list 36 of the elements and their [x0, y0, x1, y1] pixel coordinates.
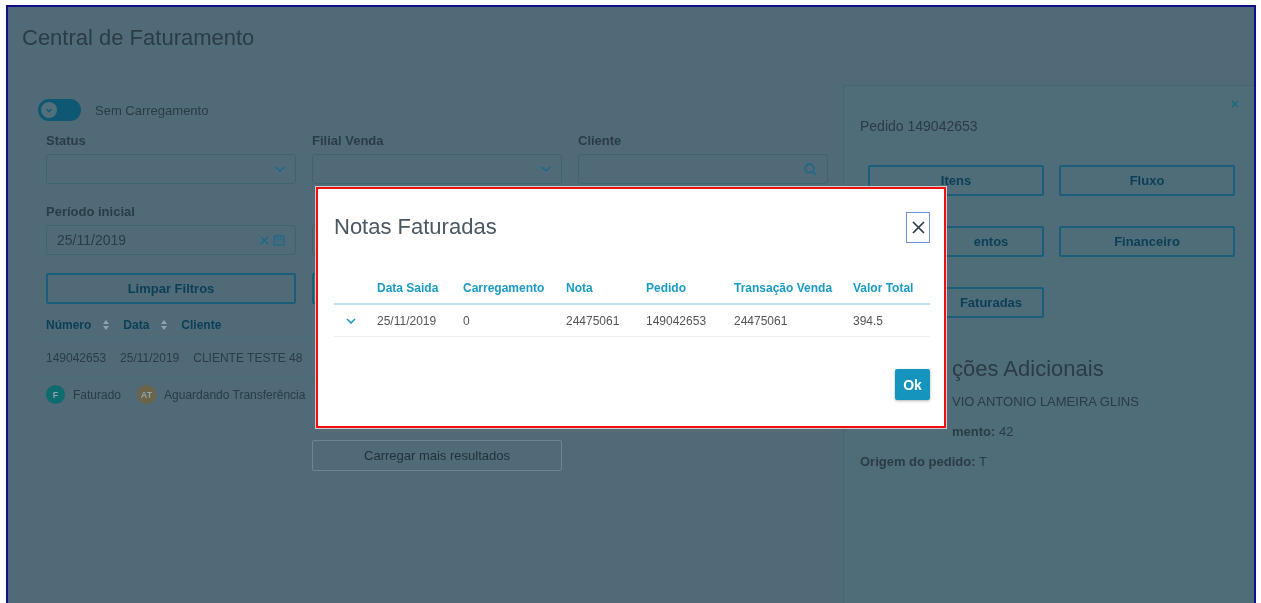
select-field[interactable]: [46, 154, 296, 184]
table-cell-text: 24475061: [734, 313, 789, 328]
column-header[interactable]: Cliente: [181, 318, 222, 332]
column-header[interactable]: Data: [123, 318, 168, 332]
calendar-icon[interactable]: [273, 234, 285, 246]
select-field[interactable]: [312, 154, 562, 184]
chevron-down-icon[interactable]: [346, 317, 356, 324]
status-dot: AT: [137, 385, 157, 404]
table-cell-text: 149042653: [646, 313, 708, 328]
clear-filters-button[interactable]: Limpar Filtros: [46, 273, 296, 304]
chevron-down-icon: [541, 166, 551, 172]
modal-title: Notas Faturadas: [334, 214, 497, 240]
chevron-down-icon: [45, 106, 53, 114]
column-header: Pedido: [646, 281, 687, 295]
toggle-switch[interactable]: [38, 99, 81, 121]
table-cell-text: 0: [463, 313, 471, 328]
sort-icon[interactable]: [161, 320, 168, 330]
column-header: Carregamento: [463, 281, 546, 295]
table-cell-text: 24475061: [566, 313, 621, 328]
close-icon: [911, 220, 925, 234]
table-cell-text: 25/11/2019: [377, 313, 438, 328]
column-header: Transação Venda: [734, 281, 834, 295]
close-icon[interactable]: [1231, 100, 1239, 108]
column-header: Nota: [566, 281, 594, 295]
search-icon: [804, 162, 817, 176]
column-header: Data Saida: [377, 281, 440, 295]
column-header[interactable]: Número: [46, 318, 110, 332]
ok-button[interactable]: Ok: [895, 369, 930, 400]
chevron-down-icon: [275, 166, 285, 172]
search-field[interactable]: [578, 154, 828, 184]
sort-icon[interactable]: [103, 320, 110, 330]
panel-button[interactable]: Financeiro: [1059, 226, 1235, 257]
close-button[interactable]: [906, 211, 930, 243]
clear-icon[interactable]: [260, 235, 269, 245]
status-dot: F: [46, 385, 65, 404]
panel-button[interactable]: Fluxo: [1059, 165, 1235, 196]
